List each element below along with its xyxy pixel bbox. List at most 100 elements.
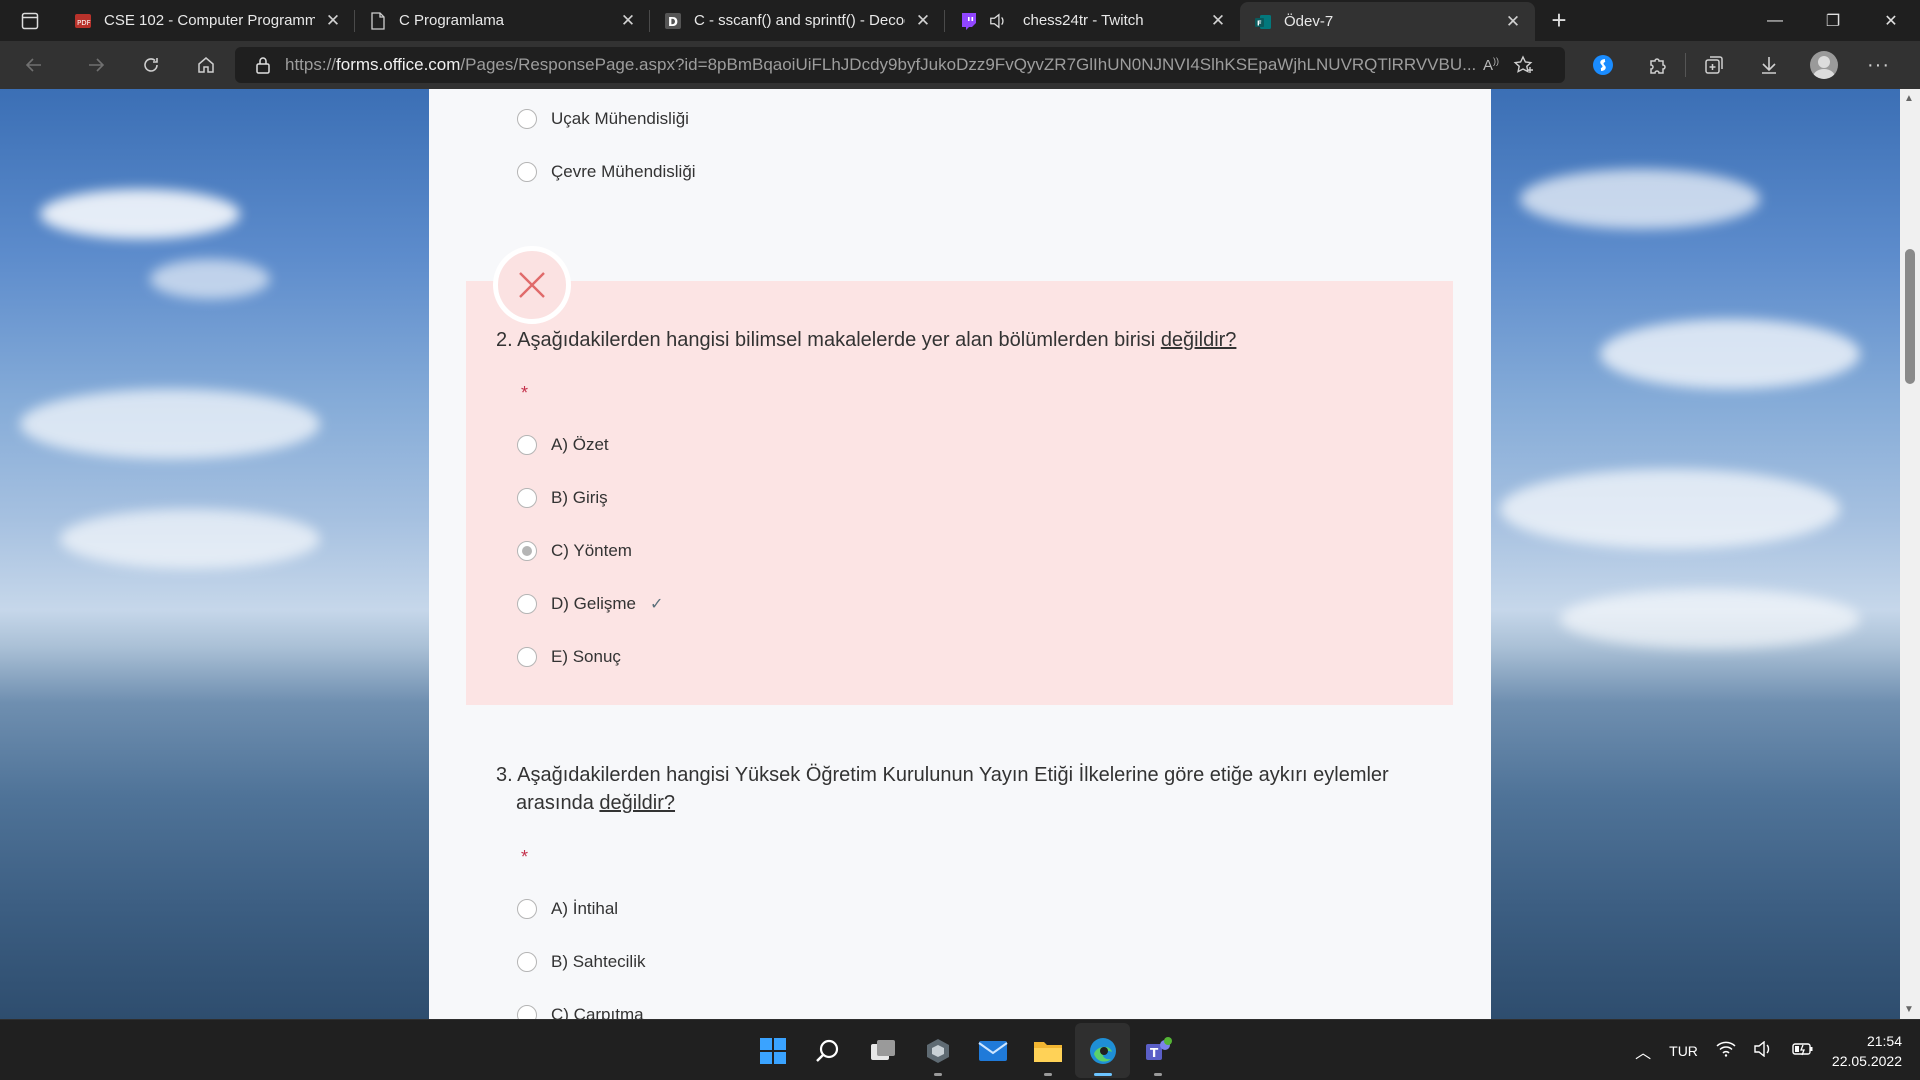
svg-text:D: D [668,15,678,29]
downloads-button[interactable] [1741,54,1796,76]
clock-time: 21:54 [1866,1032,1902,1049]
tab-actions-icon [21,12,39,29]
scroll-up-arrow-icon[interactable]: ▲ [1904,93,1914,104]
wifi-icon[interactable] [1716,1041,1736,1060]
address-bar[interactable]: https://forms.office.com/Pages/ResponseP… [235,47,1565,83]
search-icon [815,1039,838,1062]
lock-icon[interactable] [255,56,271,74]
avatar [1809,51,1838,79]
svg-text:PDF: PDF [77,19,91,27]
volume-icon[interactable] [1754,1040,1774,1060]
speaker-icon[interactable] [989,12,1007,30]
q3-option-b[interactable]: B) Sahtecilik [517,952,645,972]
collections-icon [1704,56,1723,74]
close-tab-icon[interactable]: ✕ [323,11,343,31]
download-icon [1761,57,1776,74]
radio-button[interactable] [517,488,537,508]
q2-option-a[interactable]: A) Özet [517,435,609,455]
radio-button[interactable] [517,162,537,182]
chevron-up-icon[interactable]: ︿ [1635,1039,1651,1063]
tab-c-programlama[interactable]: C Programlama ✕ [355,0,650,41]
page-icon [369,11,387,30]
required-asterisk: * [521,383,529,403]
q3-option-c[interactable]: C) Çarpıtma [517,1005,644,1019]
radio-button[interactable] [517,1005,537,1019]
form-card: Uçak Mühendisliği Çevre Mühendisliği 2. … [429,89,1491,1019]
start-button[interactable] [745,1023,800,1078]
windows-logo-icon [759,1037,786,1064]
q2-option-b[interactable]: B) Giriş [517,488,608,508]
radio-button[interactable] [517,647,537,667]
correct-check-icon: ✓ [650,596,664,613]
option-ucak-muhendisligi[interactable]: Uçak Mühendisliği [517,109,689,129]
svg-text:T: T [1150,1046,1159,1060]
tab-odev-7[interactable]: F Ödev-7 ✕ [1240,2,1535,41]
teams-app[interactable]: T [1130,1023,1185,1078]
tab-decode[interactable]: D C - sscanf() and sprintf() - Decode ✕ [650,0,945,41]
q2-option-d-correct[interactable]: D) Gelişme ✓ [517,594,663,614]
close-tab-icon[interactable]: ✕ [913,11,933,31]
radio-button[interactable] [517,109,537,129]
close-tab-icon[interactable]: ✕ [1503,12,1523,32]
clock[interactable]: 21:54 22.05.2022 [1832,1031,1902,1071]
decode-icon: D [664,12,682,30]
favorite-star-icon[interactable] [1513,55,1535,75]
settings-more-button[interactable]: ··· [1851,54,1906,77]
option-cevre-muhendisligi[interactable]: Çevre Mühendisliği [517,162,696,182]
mail-app[interactable] [965,1023,1020,1078]
shazam-extension-button[interactable] [1575,54,1630,76]
tab-twitch[interactable]: chess24tr - Twitch ✕ [945,0,1240,41]
windows-taskbar: T ︿ TUR 21:54 22.05.2022 [0,1019,1920,1080]
twitch-icon [959,12,977,30]
collections-button[interactable] [1686,54,1741,76]
scroll-down-arrow-icon[interactable]: ▼ [1904,1004,1914,1015]
tab-actions-button[interactable] [0,0,60,41]
task-view-button[interactable] [855,1023,910,1078]
extensions-button[interactable] [1630,54,1685,76]
radio-button[interactable] [517,952,537,972]
system-tray: ︿ TUR 21:54 22.05.2022 [1635,1020,1902,1080]
read-aloud-icon[interactable]: A)) [1483,56,1499,74]
scrollbar-thumb[interactable] [1905,249,1915,384]
battery-charging-icon[interactable] [1792,1041,1814,1060]
radio-button[interactable] [517,899,537,919]
radio-button-selected[interactable] [517,541,537,561]
new-tab-button[interactable]: + [1535,0,1583,41]
url-text[interactable]: https://forms.office.com/Pages/ResponseP… [285,55,1510,75]
page-scrollbar[interactable]: ▲ ▼ [1900,89,1920,1019]
edge-app[interactable] [1075,1023,1130,1078]
taskbar-app-1[interactable] [910,1023,965,1078]
question-3-title: 3. Aşağıdakilerden hangisi Yüksek Öğreti… [496,764,1389,814]
tab-cse102[interactable]: PDF CSE 102 - Computer Programming ✕ [60,0,355,41]
folder-icon [1033,1041,1062,1062]
radio-button[interactable] [517,594,537,614]
back-button[interactable] [0,41,68,89]
minimize-button[interactable]: — [1746,0,1804,41]
close-window-button[interactable]: ✕ [1862,0,1920,41]
refresh-button[interactable] [123,41,178,89]
task-view-icon [870,1039,895,1060]
restore-button[interactable]: ❐ [1804,0,1862,41]
shazam-icon [1592,55,1613,75]
q3-option-a[interactable]: A) İntihal [517,899,618,919]
pdf-icon: PDF [74,12,92,30]
mail-icon [977,1040,1008,1061]
radio-button[interactable] [517,435,537,455]
forward-button[interactable] [68,41,123,89]
edge-browser-icon [1089,1037,1116,1064]
close-x-icon [519,272,545,298]
file-explorer-app[interactable] [1020,1023,1075,1078]
close-tab-icon[interactable]: ✕ [1208,11,1228,31]
language-indicator[interactable]: TUR [1669,1043,1698,1059]
home-button[interactable] [178,41,233,89]
search-button[interactable] [800,1023,855,1078]
home-icon [197,57,214,73]
profile-button[interactable] [1796,51,1851,79]
arrow-right-icon [88,58,104,72]
app-hexagon-icon [926,1038,949,1063]
refresh-icon [143,58,158,72]
close-tab-icon[interactable]: ✕ [618,11,638,31]
q2-option-e[interactable]: E) Sonuç [517,647,621,667]
clock-date: 22.05.2022 [1831,1052,1902,1069]
q2-option-c-selected[interactable]: C) Yöntem [517,541,632,561]
